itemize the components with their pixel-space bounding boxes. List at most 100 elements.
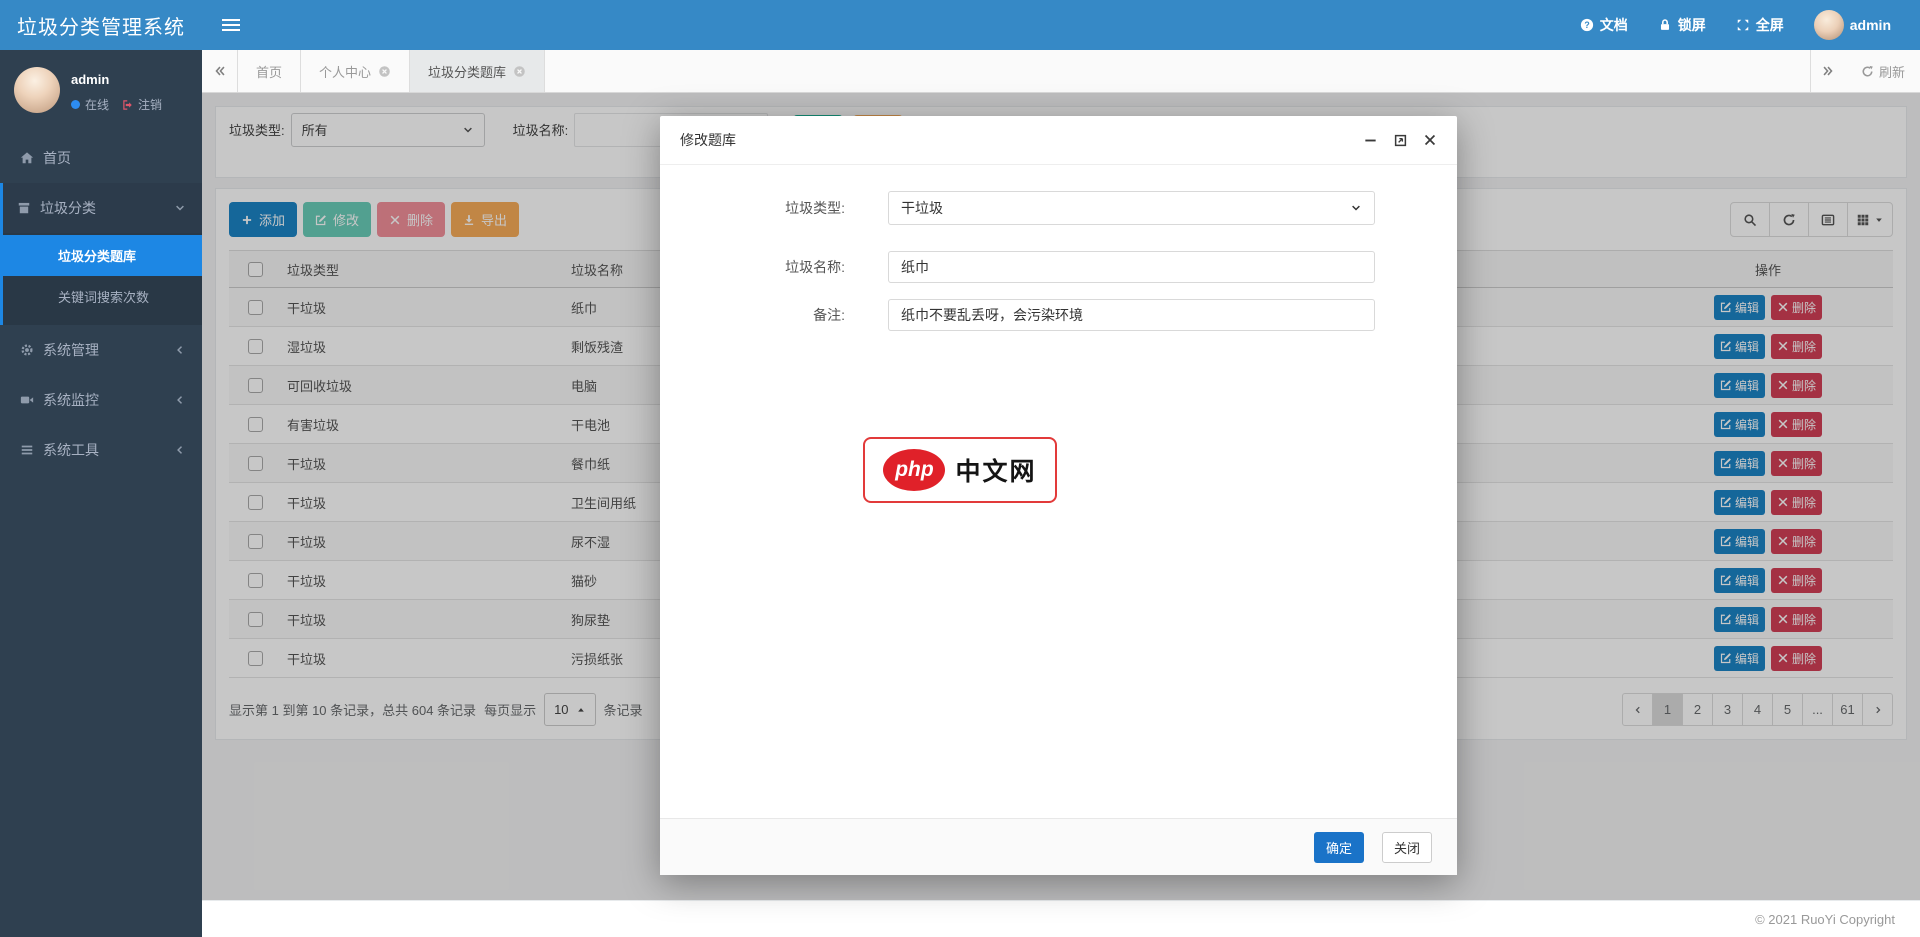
garbage-name-input[interactable] bbox=[888, 251, 1375, 283]
chevron-left-icon bbox=[174, 444, 186, 456]
double-chevron-right-icon bbox=[1821, 64, 1835, 78]
confirm-button[interactable]: 确定 bbox=[1314, 832, 1364, 863]
copyright-text: © 2021 RuoYi Copyright bbox=[1755, 912, 1895, 927]
close-icon[interactable] bbox=[513, 65, 526, 78]
sidebar-item-label: 系统工具 bbox=[43, 440, 99, 460]
page-footer: © 2021 RuoYi Copyright bbox=[202, 900, 1920, 937]
lock-screen-button[interactable]: 锁屏 bbox=[1643, 0, 1721, 50]
tab-label: 首页 bbox=[256, 62, 282, 81]
lock-icon bbox=[1658, 18, 1672, 32]
sidebar-item-garbage-category[interactable]: 垃圾分类 bbox=[3, 183, 202, 233]
sidebar-item-label: 系统管理 bbox=[43, 340, 99, 360]
online-dot-icon bbox=[71, 100, 80, 109]
remark-control bbox=[888, 299, 1375, 331]
sidebar-item-label: 系统监控 bbox=[43, 390, 99, 410]
name-control bbox=[888, 251, 1375, 283]
close-icon bbox=[1423, 133, 1437, 147]
logout-button[interactable]: 注销 bbox=[122, 96, 162, 113]
docs-label: 文档 bbox=[1600, 15, 1628, 35]
close-icon[interactable] bbox=[378, 65, 391, 78]
app-title: 垃圾分类管理系统 bbox=[0, 0, 202, 50]
type-control: 干垃圾 bbox=[888, 191, 1375, 225]
double-chevron-left-icon bbox=[213, 64, 227, 78]
user-status: 在线 注销 bbox=[71, 96, 162, 113]
sidebar-item-label: 垃圾分类 bbox=[40, 198, 96, 218]
php-logo-badge: php bbox=[883, 449, 945, 491]
modal-window-controls bbox=[1363, 133, 1437, 148]
minimize-button[interactable] bbox=[1363, 133, 1378, 148]
fullscreen-button[interactable]: 全屏 bbox=[1721, 0, 1799, 50]
gear-icon bbox=[20, 343, 34, 357]
form-row-remark: 备注: bbox=[660, 299, 1457, 331]
edit-question-bank-modal: 修改题库 垃圾类型: 干垃圾 bbox=[660, 116, 1457, 875]
username: admin bbox=[1850, 17, 1891, 33]
app-root: 垃圾分类管理系统 文档 锁屏 全屏 admin bbox=[0, 0, 1920, 937]
remark-label: 备注: bbox=[660, 305, 845, 325]
avatar bbox=[1814, 10, 1844, 40]
avatar[interactable] bbox=[14, 67, 60, 113]
sidebar-item-question-bank[interactable]: 垃圾分类题库 bbox=[3, 235, 202, 276]
remark-input[interactable] bbox=[888, 299, 1375, 331]
modal-footer: 确定 关闭 bbox=[660, 818, 1457, 875]
home-icon bbox=[20, 151, 34, 165]
box-icon bbox=[17, 201, 31, 215]
tabs-scroll-left-button[interactable] bbox=[202, 50, 238, 92]
hamburger-icon bbox=[222, 16, 240, 34]
sidebar-item-label: 首页 bbox=[43, 148, 71, 168]
close-button[interactable]: 关闭 bbox=[1382, 832, 1432, 863]
chevron-down-icon bbox=[1350, 202, 1362, 214]
garbage-type-value: 干垃圾 bbox=[901, 198, 943, 218]
chevron-left-icon bbox=[174, 344, 186, 356]
online-label: 在线 bbox=[85, 96, 109, 113]
sidebar-item-keyword-search[interactable]: 关键词搜索次数 bbox=[3, 276, 202, 317]
sidebar-menu: 首页 垃圾分类 垃圾分类题库 关键词搜索次数 系统管理 bbox=[0, 133, 202, 475]
minus-icon bbox=[1363, 133, 1378, 148]
sidebar-user-panel: admin 在线 注销 bbox=[0, 50, 202, 125]
name-label: 垃圾名称: bbox=[660, 257, 845, 277]
maximize-icon bbox=[1393, 133, 1408, 148]
maximize-button[interactable] bbox=[1393, 133, 1408, 148]
sidebar-submenu: 垃圾分类题库 关键词搜索次数 bbox=[3, 233, 202, 325]
sidebar-toggle-button[interactable] bbox=[202, 0, 260, 50]
tab-profile[interactable]: 个人中心 bbox=[301, 50, 410, 92]
sidebar-item-system-tools[interactable]: 系统工具 bbox=[0, 425, 202, 475]
sidebar-item-system-monitor[interactable]: 系统监控 bbox=[0, 375, 202, 425]
tab-question-bank[interactable]: 垃圾分类题库 bbox=[410, 50, 545, 92]
modal-header[interactable]: 修改题库 bbox=[660, 116, 1457, 165]
user-name: admin bbox=[71, 72, 162, 87]
form-row-name: 垃圾名称: bbox=[660, 251, 1457, 283]
docs-button[interactable]: 文档 bbox=[1565, 0, 1643, 50]
type-label: 垃圾类型: bbox=[660, 198, 845, 218]
main-area: 首页 个人中心 垃圾分类题库 刷新 bbox=[202, 50, 1920, 937]
tab-home[interactable]: 首页 bbox=[238, 50, 301, 92]
content-region: 垃圾类型: 所有 垃圾名称: bbox=[202, 93, 1920, 900]
tabs-scroll-right-button[interactable] bbox=[1810, 50, 1846, 92]
refresh-label: 刷新 bbox=[1879, 62, 1905, 81]
sidebar-item-home[interactable]: 首页 bbox=[0, 133, 202, 183]
list-icon bbox=[20, 443, 34, 457]
tab-bar: 首页 个人中心 垃圾分类题库 刷新 bbox=[202, 50, 1920, 93]
video-camera-icon bbox=[20, 393, 34, 407]
top-navbar: 垃圾分类管理系统 文档 锁屏 全屏 admin bbox=[0, 0, 1920, 50]
user-menu[interactable]: admin bbox=[1799, 0, 1906, 50]
user-info: admin 在线 注销 bbox=[71, 67, 162, 113]
tab-label: 垃圾分类题库 bbox=[428, 62, 506, 81]
question-circle-icon bbox=[1580, 18, 1594, 32]
garbage-type-select[interactable]: 干垃圾 bbox=[888, 191, 1375, 225]
expand-icon bbox=[1736, 18, 1750, 32]
sidebar: admin 在线 注销 首页 bbox=[0, 50, 202, 937]
navbar-right: 文档 锁屏 全屏 admin bbox=[1565, 0, 1920, 50]
php-logo-text: 中文网 bbox=[955, 452, 1036, 488]
fullscreen-label: 全屏 bbox=[1756, 15, 1784, 35]
refresh-tab-button[interactable]: 刷新 bbox=[1846, 50, 1920, 92]
close-modal-button[interactable] bbox=[1423, 133, 1437, 148]
modal-body: 垃圾类型: 干垃圾 垃圾名称: bbox=[660, 165, 1457, 818]
sidebar-item-system-manage[interactable]: 系统管理 bbox=[0, 325, 202, 375]
lock-label: 锁屏 bbox=[1678, 15, 1706, 35]
tab-label: 个人中心 bbox=[319, 62, 371, 81]
refresh-icon bbox=[1861, 65, 1874, 78]
modal-title: 修改题库 bbox=[680, 130, 736, 150]
chevron-left-icon bbox=[174, 394, 186, 406]
chevron-down-icon bbox=[174, 202, 186, 214]
body-row: admin 在线 注销 首页 bbox=[0, 50, 1920, 937]
